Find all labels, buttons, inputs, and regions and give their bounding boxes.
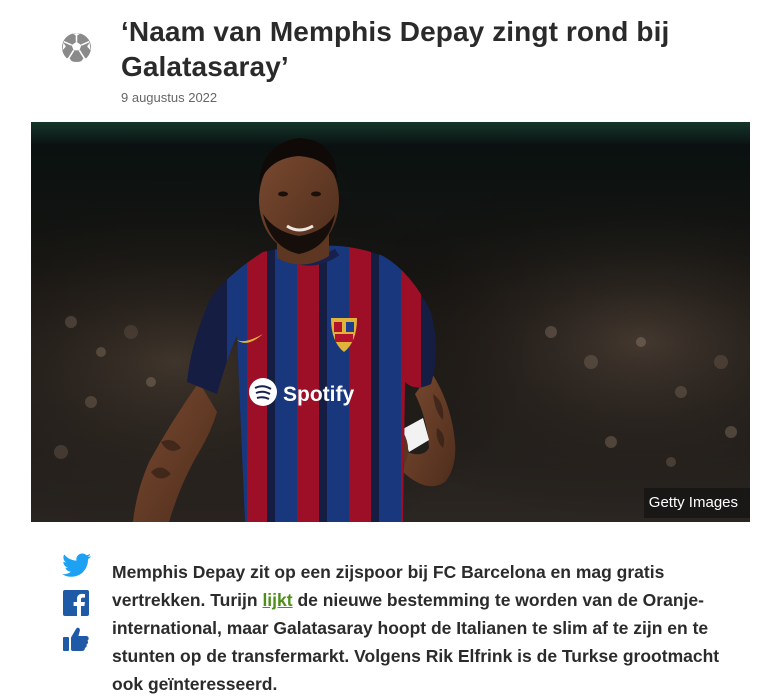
article-intro: Memphis Depay zit op een zijspoor bij FC… <box>112 558 737 698</box>
article-date: 9 augustus 2022 <box>121 90 218 105</box>
thumbs-up-icon[interactable] <box>62 625 90 653</box>
football-icon <box>61 32 92 63</box>
twitter-icon[interactable] <box>62 552 92 580</box>
facebook-icon[interactable] <box>63 590 89 616</box>
sponsor-text: Spotify <box>283 383 354 406</box>
article-title: ‘Naam van Memphis Depay zingt rond bij G… <box>121 16 670 82</box>
hero-image: Spotify Getty Images <box>31 122 750 522</box>
image-credit: Getty Images <box>643 488 750 518</box>
player-photo: Spotify <box>31 122 750 522</box>
lijkt-link[interactable]: lijkt <box>262 590 292 610</box>
